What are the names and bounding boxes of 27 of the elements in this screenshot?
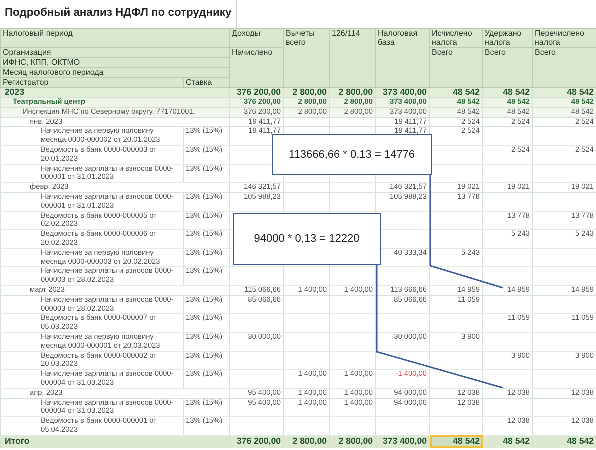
column-header: Удержано налога xyxy=(482,28,532,48)
table-cell: 2023 xyxy=(0,88,230,98)
column-header: Всего xyxy=(482,48,532,88)
column-header: Всего xyxy=(430,48,482,88)
column-header: Налоговая база xyxy=(376,28,430,88)
column-header: Всего xyxy=(532,48,596,88)
table-cell: 2 800,00 xyxy=(284,435,330,448)
table-cell: 48 542 xyxy=(532,435,596,448)
column-header: Доходы xyxy=(230,28,284,48)
table-cell: 376 200,00 xyxy=(230,435,284,448)
table-cell: 48 542 xyxy=(430,435,482,448)
table-cell: Итого xyxy=(0,435,230,448)
table-cell: 48 542 xyxy=(482,435,532,448)
column-header: Регистратор xyxy=(0,78,184,88)
annotation-box: 94000 * 0,13 = 12220 xyxy=(233,213,381,265)
column-header: ИФНС, КПП, ОКТМО xyxy=(0,58,230,68)
column-header: Начислено xyxy=(230,48,284,88)
column-header: Исчислено налога xyxy=(430,28,482,48)
annotation-box: 113666,66 * 0,13 = 14776 xyxy=(272,134,432,175)
table-cell: 373 400,00 xyxy=(376,435,430,448)
column-header: Налоговый период xyxy=(0,28,230,48)
column-header: Вычеты всего xyxy=(284,28,330,88)
column-header: Месяц налогового периода xyxy=(0,68,230,78)
table-cell: 2 800,00 xyxy=(330,435,376,448)
column-header: Организация xyxy=(0,48,230,58)
column-header: Перечислено налога xyxy=(532,28,596,48)
column-header: 126/114 xyxy=(330,28,376,88)
